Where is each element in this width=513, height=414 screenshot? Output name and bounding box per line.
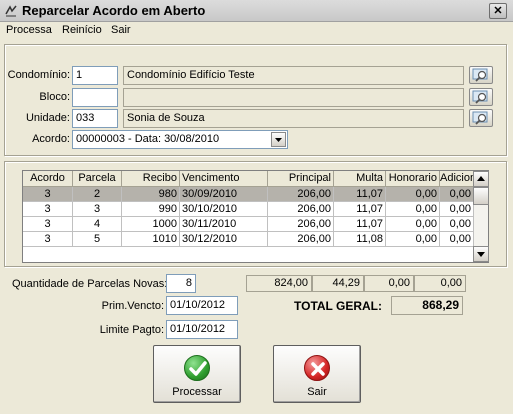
cell-principal: 206,00 — [268, 232, 334, 247]
prim-vencto-input[interactable]: 01/10/2012 — [166, 296, 238, 315]
cell-acordo: 3 — [23, 232, 73, 247]
scroll-thumb[interactable] — [473, 187, 489, 205]
sair-label: Sair — [307, 386, 327, 398]
condominio-code-input[interactable]: 1 — [72, 66, 118, 85]
unidade-label: Unidade: — [25, 112, 70, 124]
cell-multa: 11,07 — [334, 202, 386, 217]
cell-multa: 11,07 — [334, 217, 386, 232]
cell-honorario: 0,00 — [386, 187, 440, 202]
col-header-parcela[interactable]: Parcela — [73, 171, 122, 187]
cell-parcela: 5 — [73, 232, 122, 247]
installments-grid[interactable]: Acordo Parcela Recibo Vencimento Princip… — [22, 170, 489, 263]
cell-acordo: 3 — [23, 202, 73, 217]
limite-pagto-input[interactable]: 01/10/2012 — [166, 320, 238, 339]
cell-parcela: 2 — [73, 187, 122, 202]
cell-adicional: 0,00 — [440, 217, 474, 232]
scroll-down-icon[interactable] — [473, 246, 489, 262]
total-geral-value: 868,29 — [391, 296, 463, 315]
cell-principal: 206,00 — [268, 202, 334, 217]
window-title: Reparcelar Acordo em Aberto — [22, 3, 206, 18]
menu-reinicio[interactable]: Reinício — [62, 24, 102, 36]
unidade-lookup-button[interactable] — [469, 109, 493, 127]
cell-recibo: 990 — [122, 202, 180, 217]
cell-honorario: 0,00 — [386, 202, 440, 217]
bloco-code-input[interactable] — [72, 88, 118, 107]
check-icon — [184, 355, 210, 381]
cell-honorario: 0,00 — [386, 217, 440, 232]
bloco-label: Bloco: — [39, 91, 70, 103]
col-header-acordo[interactable]: Acordo — [23, 171, 73, 187]
col-header-adicional[interactable]: Adicional — [440, 171, 474, 187]
col-header-honorario[interactable]: Honorario — [386, 171, 440, 187]
acordo-select[interactable]: 00000003 - Data: 30/08/2010 — [72, 130, 288, 149]
scroll-up-icon[interactable] — [473, 171, 489, 187]
menu-processa[interactable]: Processa — [6, 24, 52, 36]
cell-acordo: 3 — [23, 187, 73, 202]
condominio-name-field: Condomínio Edifício Teste — [123, 66, 464, 85]
cell-multa: 11,07 — [334, 187, 386, 202]
col-header-principal[interactable]: Principal — [268, 171, 334, 187]
close-button[interactable]: ✕ — [489, 3, 507, 19]
processar-button[interactable]: Processar — [153, 345, 241, 403]
bloco-name-field — [123, 88, 464, 107]
col-header-vencimento[interactable]: Vencimento — [180, 171, 268, 187]
cell-adicional: 0,00 — [440, 232, 474, 247]
cell-vencimento: 30/12/2010 — [180, 232, 268, 247]
magnifier-icon — [472, 90, 488, 104]
cell-recibo: 1010 — [122, 232, 180, 247]
app-icon — [4, 4, 18, 18]
cell-parcela: 3 — [73, 202, 122, 217]
col-header-recibo[interactable]: Recibo — [122, 171, 180, 187]
total-principal: 824,00 — [246, 275, 312, 292]
condominio-lookup-button[interactable] — [469, 66, 493, 84]
acordo-select-value: 00000003 - Data: 30/08/2010 — [76, 133, 220, 145]
cell-principal: 206,00 — [268, 217, 334, 232]
condominio-label: Condomínio: — [7, 69, 70, 81]
total-adicional: 0,00 — [414, 275, 466, 292]
qtd-parcelas-label: Quantidade de Parcelas Novas: — [12, 278, 168, 290]
processar-label: Processar — [172, 386, 222, 398]
chevron-down-icon[interactable] — [271, 132, 286, 147]
col-header-multa[interactable]: Multa — [334, 171, 386, 187]
cell-honorario: 0,00 — [386, 232, 440, 247]
acordo-label: Acordo: — [32, 133, 70, 145]
cell-vencimento: 30/09/2010 — [180, 187, 268, 202]
total-honorario: 0,00 — [364, 275, 414, 292]
prim-vencto-label: Prim.Vencto: — [101, 300, 164, 312]
menu-sair[interactable]: Sair — [111, 24, 131, 36]
cell-adicional: 0,00 — [440, 202, 474, 217]
cell-recibo: 980 — [122, 187, 180, 202]
total-geral-label: TOTAL GERAL: — [294, 299, 382, 313]
close-icon — [304, 355, 330, 381]
cell-principal: 206,00 — [268, 187, 334, 202]
cell-multa: 11,08 — [334, 232, 386, 247]
cell-parcela: 4 — [73, 217, 122, 232]
magnifier-icon — [472, 68, 488, 82]
unidade-code-input[interactable]: 033 — [72, 109, 118, 128]
unidade-name-field: Sonia de Souza — [123, 109, 464, 128]
sair-button[interactable]: Sair — [273, 345, 361, 403]
total-multa: 44,29 — [312, 275, 364, 292]
magnifier-icon — [472, 111, 488, 125]
bloco-lookup-button[interactable] — [469, 88, 493, 106]
qtd-parcelas-input[interactable]: 8 — [166, 274, 196, 293]
limite-pagto-label: Limite Pagto: — [99, 324, 164, 336]
cell-adicional: 0,00 — [440, 187, 474, 202]
cell-recibo: 1000 — [122, 217, 180, 232]
cell-acordo: 3 — [23, 217, 73, 232]
cell-vencimento: 30/10/2010 — [180, 202, 268, 217]
cell-vencimento: 30/11/2010 — [180, 217, 268, 232]
